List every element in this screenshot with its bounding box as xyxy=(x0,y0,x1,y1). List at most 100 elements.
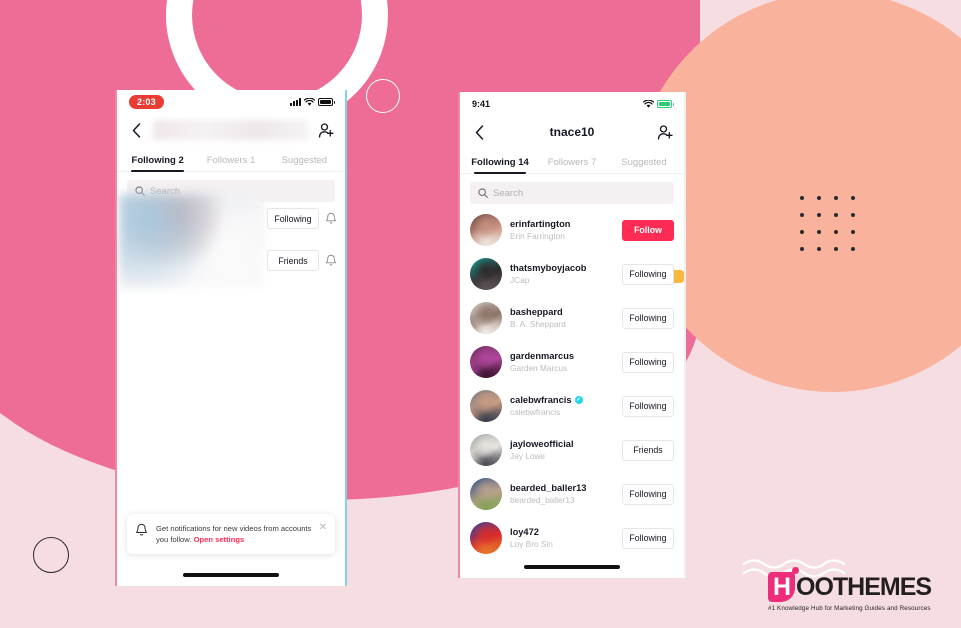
user-action-wrap: Following xyxy=(622,307,674,329)
user-action-button[interactable]: Following xyxy=(622,527,674,549)
user-action-button[interactable]: Follow xyxy=(622,219,674,241)
open-settings-link[interactable]: Open settings xyxy=(194,535,245,544)
following-user-list: erinfartington Erin Farrington Follow thats… xyxy=(460,208,684,560)
chevron-left-icon[interactable] xyxy=(470,123,488,141)
nav-bar-right: tnace10 xyxy=(460,116,684,148)
close-icon[interactable]: ✕ xyxy=(319,523,327,533)
chevron-left-icon[interactable] xyxy=(127,121,145,139)
avatar[interactable] xyxy=(470,522,502,554)
avatar[interactable] xyxy=(470,434,502,466)
user-info: gardenmarcus Garden Marcus xyxy=(510,351,614,373)
user-username: gardenmarcus xyxy=(510,351,614,361)
logo-text: OOTHEMES xyxy=(796,572,932,601)
tab-bar-left: Following 2 Followers 1 Suggested xyxy=(117,146,345,172)
ghost-row-friends: Friends xyxy=(267,250,339,271)
friends-button-left[interactable]: Friends xyxy=(267,250,319,271)
user-action-wrap: Following xyxy=(622,395,674,417)
tab-bar-right: Following 14 Followers 7 Suggested xyxy=(460,148,684,174)
search-icon xyxy=(478,188,488,198)
user-action-button[interactable]: Following xyxy=(622,263,674,285)
user-display-name: Erin Farrington xyxy=(510,231,565,241)
logo-wordmark: H OOTHEMES xyxy=(768,567,954,602)
bell-icon[interactable] xyxy=(325,254,339,268)
home-indicator-right xyxy=(524,565,620,569)
user-display-name: bearded_baller13 xyxy=(510,495,575,505)
tab-following-right[interactable]: Following 14 xyxy=(464,157,536,174)
user-action-button[interactable]: Following xyxy=(622,307,674,329)
phone-mockup-left: 2:03 Following 2 Followers 1 Suggested S… xyxy=(115,90,347,586)
tab-following-left[interactable]: Following 2 xyxy=(121,155,194,172)
tab-followers-right[interactable]: Followers 7 xyxy=(536,157,608,173)
search-input-right[interactable]: Search xyxy=(470,182,674,204)
user-list-item[interactable]: bearded_baller13 bearded_baller13 Followin… xyxy=(460,472,684,516)
avatar[interactable] xyxy=(470,390,502,422)
user-list-item[interactable]: gardenmarcus Garden Marcus Following xyxy=(460,340,684,384)
tab-suggested-left[interactable]: Suggested xyxy=(268,155,341,171)
user-list-item[interactable]: calebwfrancis ✓ calebwfrancis Following xyxy=(460,384,684,428)
user-action-wrap: Following xyxy=(622,351,674,373)
status-bar-right: 9:41 xyxy=(460,92,684,116)
user-action-wrap: Following xyxy=(622,527,674,549)
user-info: bearded_baller13 bearded_baller13 xyxy=(510,483,614,505)
notification-toast[interactable]: Get notifications for new videos from ac… xyxy=(127,514,335,554)
user-username: bearded_baller13 xyxy=(510,483,614,493)
blurred-content-region xyxy=(119,194,264,288)
add-person-icon[interactable] xyxy=(656,123,674,141)
search-placeholder-right: Search xyxy=(493,187,524,199)
user-action-button[interactable]: Following xyxy=(622,483,674,505)
tab-suggested-right[interactable]: Suggested xyxy=(608,157,680,173)
user-display-name: Loy Bro Sin xyxy=(510,539,553,549)
add-person-icon[interactable] xyxy=(317,121,335,139)
user-info: jayloweofficial Jay Lowe xyxy=(510,439,614,461)
user-username: loy472 xyxy=(510,527,614,537)
user-action-button[interactable]: Following xyxy=(622,395,674,417)
user-info: erinfartington Erin Farrington xyxy=(510,219,614,241)
user-info: thatsmyboyjacob JCap xyxy=(510,263,614,285)
wifi-icon xyxy=(304,97,315,106)
user-action-wrap: Friends xyxy=(622,439,674,461)
hoothemes-logo: H OOTHEMES #1 Knowledge Hub for Marketin… xyxy=(768,567,954,620)
username-text: calebwfrancis xyxy=(510,395,572,405)
avatar[interactable] xyxy=(470,478,502,510)
user-display-name: B. A. Sheppard xyxy=(510,319,566,329)
user-info: calebwfrancis ✓ calebwfrancis xyxy=(510,395,614,417)
wifi-icon xyxy=(643,99,654,108)
user-list-item[interactable]: erinfartington Erin Farrington Follow xyxy=(460,208,684,252)
logo-mark-letter: H xyxy=(768,567,799,602)
user-display-name: calebwfrancis xyxy=(510,407,561,417)
verified-badge-icon: ✓ xyxy=(574,396,583,404)
avatar[interactable] xyxy=(470,258,502,290)
following-button-left[interactable]: Following xyxy=(267,208,319,229)
logo-tagline: #1 Knowledge Hub for Marketing Guides an… xyxy=(768,605,931,612)
status-time: 9:41 xyxy=(472,99,491,109)
user-action-wrap: Follow xyxy=(622,219,674,241)
username-text: bearded_baller13 xyxy=(510,483,587,493)
user-username: basheppard xyxy=(510,307,614,317)
background-dot-grid xyxy=(800,196,868,264)
avatar[interactable] xyxy=(470,346,502,378)
avatar[interactable] xyxy=(470,302,502,334)
phone-mockup-right: 9:41 tnace10 Following 14 Followers 7 Su… xyxy=(458,92,686,578)
user-action-button[interactable]: Following xyxy=(622,351,674,373)
home-indicator-left xyxy=(183,573,279,577)
screenshot-canvas: 2:03 Following 2 Followers 1 Suggested S… xyxy=(0,0,961,628)
user-action-button[interactable]: Friends xyxy=(622,439,674,461)
tab-followers-left[interactable]: Followers 1 xyxy=(194,155,267,171)
username-text: loy472 xyxy=(510,527,539,537)
user-list-item[interactable]: thatsmyboyjacob JCap Following xyxy=(460,252,684,296)
user-info: loy472 Loy Bro Sin xyxy=(510,527,614,549)
avatar[interactable] xyxy=(470,214,502,246)
username-text: jayloweofficial xyxy=(510,439,574,449)
user-list-item[interactable]: jayloweofficial Jay Lowe Friends xyxy=(460,428,684,472)
user-list-item[interactable]: loy472 Loy Bro Sin Following xyxy=(460,516,684,560)
username-text: basheppard xyxy=(510,307,563,317)
bell-icon[interactable] xyxy=(325,212,339,226)
username-text: gardenmarcus xyxy=(510,351,575,361)
username-text: thatsmyboyjacob xyxy=(510,263,587,273)
battery-charging-icon xyxy=(657,100,674,108)
user-list-item[interactable]: basheppard B. A. Sheppard Following xyxy=(460,296,684,340)
status-bar-left: 2:03 xyxy=(117,90,345,114)
signal-bars-icon xyxy=(290,98,301,106)
battery-icon xyxy=(318,98,335,106)
page-title-left xyxy=(153,120,309,140)
